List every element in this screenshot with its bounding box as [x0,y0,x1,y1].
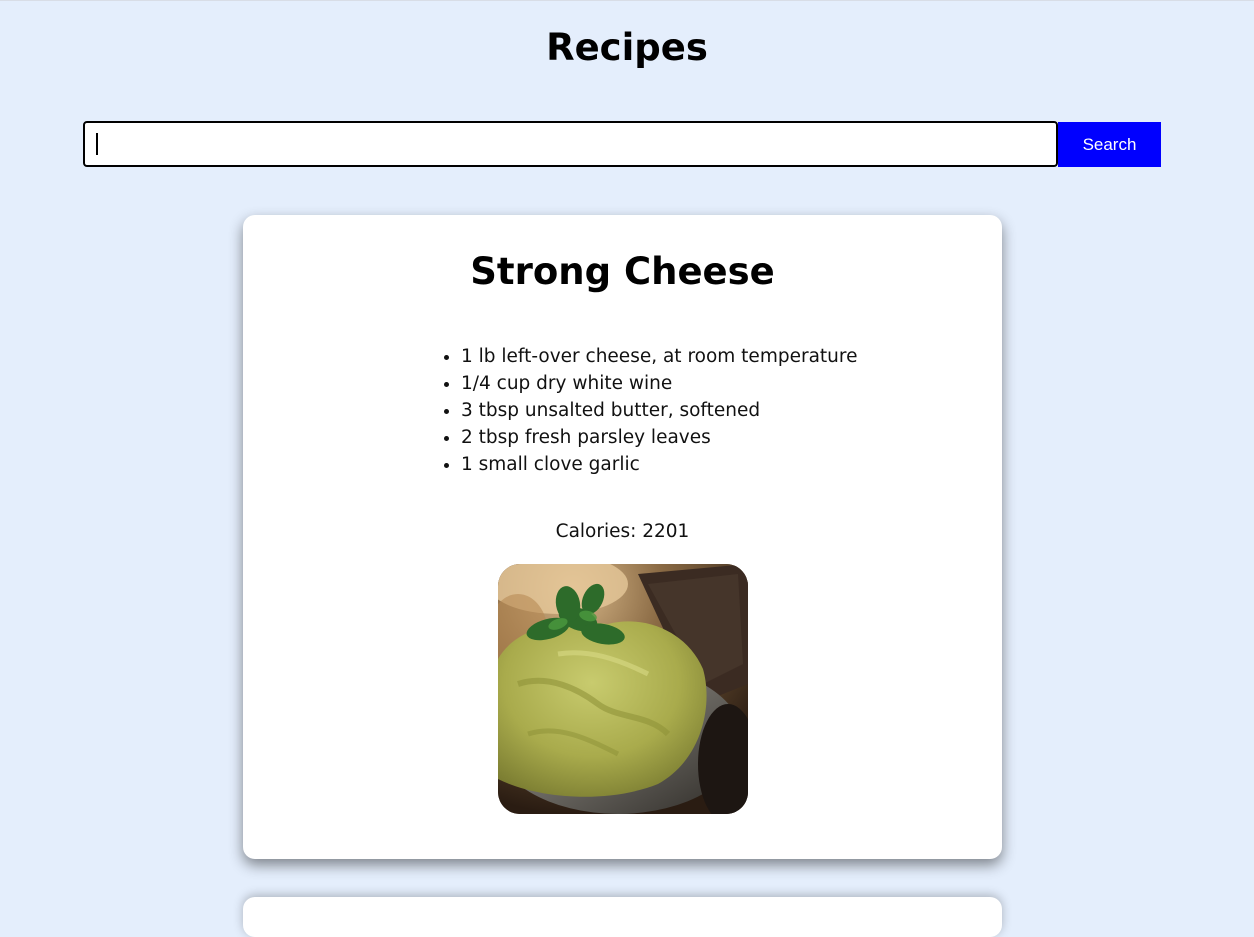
recipe-photo-graphic [498,564,748,814]
search-input[interactable] [83,121,1058,167]
ingredient-item: 1/4 cup dry white wine [461,370,857,397]
calories-label: Calories: 2201 [555,521,690,542]
search-button[interactable]: Search [1058,122,1161,167]
text-caret [96,133,98,155]
recipe-title: Strong Cheese [470,250,775,293]
recipe-image [498,564,748,814]
next-recipe-card [243,897,1002,937]
ingredient-list: 1 lb left-over cheese, at room temperatu… [441,343,857,478]
ingredient-item: 1 small clove garlic [461,451,857,478]
ingredient-item: 2 tbsp fresh parsley leaves [461,424,857,451]
ingredient-item: 1 lb left-over cheese, at room temperatu… [461,343,857,370]
search-input-wrapper [83,121,1058,167]
search-bar: Search [83,121,1161,167]
page-title: Recipes [546,26,708,69]
ingredient-item: 3 tbsp unsalted butter, softened [461,397,857,424]
